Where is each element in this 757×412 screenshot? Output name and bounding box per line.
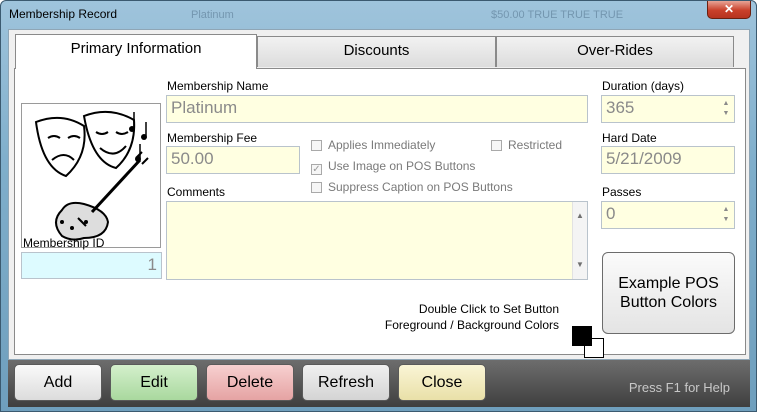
spin-up-icon[interactable]: ▲ xyxy=(720,99,732,109)
hard-date-value: 5/21/2009 xyxy=(606,149,682,168)
button-label: Add xyxy=(43,374,73,391)
tab-label: Primary Information xyxy=(70,40,202,57)
example-pos-button-label: Example POS Button Colors xyxy=(618,275,719,311)
foreground-color-swatch[interactable] xyxy=(572,326,592,346)
example-pos-button[interactable]: Example POS Button Colors xyxy=(602,252,735,334)
color-hint-line: Foreground / Background Colors xyxy=(384,318,559,332)
title-bar[interactable]: Membership Record Platinum $50.00 TRUE T… xyxy=(1,1,756,29)
use-image-on-pos-checkbox[interactable]: ✓ Use Image on POS Buttons xyxy=(311,159,475,175)
comments-label: Comments xyxy=(167,185,226,199)
tab-label: Over-Rides xyxy=(577,42,653,59)
scroll-down-icon[interactable]: ▼ xyxy=(573,253,587,277)
membership-fee-field[interactable]: 50.00 xyxy=(166,146,300,174)
checkbox-label: Restricted xyxy=(508,138,563,152)
checkbox-label: Suppress Caption on POS Buttons xyxy=(328,180,513,194)
membership-record-window: Membership Record Platinum $50.00 TRUE T… xyxy=(0,0,757,412)
comments-scrollbar[interactable]: ▲ ▼ xyxy=(572,202,587,279)
passes-spinner[interactable]: 0 ▲ ▼ xyxy=(601,201,735,229)
passes-value: 0 xyxy=(606,204,616,223)
close-icon: ✕ xyxy=(723,2,735,16)
check-mark-icon: ✓ xyxy=(311,164,322,175)
membership-name-label: Membership Name xyxy=(167,79,269,93)
membership-id-field[interactable]: 1 xyxy=(21,252,162,279)
button-label: Edit xyxy=(140,374,168,391)
window-close-button[interactable]: ✕ xyxy=(707,1,751,19)
tab-primary-information[interactable]: Primary Information xyxy=(15,34,257,69)
window-title: Membership Record xyxy=(9,7,118,21)
membership-image[interactable] xyxy=(21,103,161,248)
add-button[interactable]: Add xyxy=(14,364,102,401)
duration-spinner[interactable]: 365 ▲ ▼ xyxy=(601,95,735,123)
comments-textarea[interactable]: ▲ ▼ xyxy=(166,201,588,280)
membership-fee-label: Membership Fee xyxy=(167,131,258,145)
membership-name-field[interactable]: Platinum xyxy=(166,95,588,123)
duration-label: Duration (days) xyxy=(602,79,685,93)
close-button[interactable]: Close xyxy=(398,364,486,401)
spin-down-icon[interactable]: ▼ xyxy=(720,109,732,119)
bottom-toolbar: Add Edit Delete Refresh Close Press F1 f… xyxy=(8,360,750,407)
restricted-checkbox[interactable]: Restricted xyxy=(491,138,562,152)
hard-date-label: Hard Date xyxy=(602,131,657,145)
color-hint-line: Double Click to Set Button xyxy=(418,302,559,316)
color-hint: Double Click to Set Button Foreground / … xyxy=(385,301,559,333)
membership-name-value: Platinum xyxy=(171,98,238,117)
hard-date-field[interactable]: 5/21/2009 xyxy=(601,146,735,174)
membership-id-value: 1 xyxy=(147,255,157,274)
help-text: Press F1 for Help xyxy=(628,380,730,395)
client-area: Primary Information Discounts Over-Rides xyxy=(8,29,750,360)
background-ghost-text: $50.00 TRUE TRUE TRUE xyxy=(491,9,624,21)
checkbox-label: Applies Immediately xyxy=(328,138,436,152)
refresh-button[interactable]: Refresh xyxy=(302,364,390,401)
duration-value: 365 xyxy=(606,98,635,117)
membership-fee-value: 50.00 xyxy=(171,149,214,168)
button-label: Delete xyxy=(226,374,274,391)
scroll-up-icon[interactable]: ▲ xyxy=(573,204,587,228)
membership-id-label: Membership ID xyxy=(23,236,105,250)
spin-up-icon[interactable]: ▲ xyxy=(720,205,732,215)
button-label: Close xyxy=(421,374,463,391)
delete-button[interactable]: Delete xyxy=(206,364,294,401)
theater-masks-violin-icon xyxy=(34,110,149,241)
spin-down-icon[interactable]: ▼ xyxy=(720,215,732,225)
tab-discounts[interactable]: Discounts xyxy=(257,36,496,67)
passes-label: Passes xyxy=(602,185,642,199)
checkbox-box xyxy=(311,140,322,151)
tab-over-rides[interactable]: Over-Rides xyxy=(496,36,734,67)
suppress-caption-checkbox[interactable]: Suppress Caption on POS Buttons xyxy=(311,180,513,194)
edit-button[interactable]: Edit xyxy=(110,364,198,401)
button-label: Refresh xyxy=(317,374,375,391)
tab-label: Discounts xyxy=(343,42,410,59)
applies-immediately-checkbox[interactable]: Applies Immediately xyxy=(311,138,435,152)
checkbox-label: Use Image on POS Buttons xyxy=(328,159,476,173)
checkbox-box xyxy=(491,140,502,151)
background-ghost-text: Platinum xyxy=(191,9,234,21)
checkbox-box xyxy=(311,182,322,193)
